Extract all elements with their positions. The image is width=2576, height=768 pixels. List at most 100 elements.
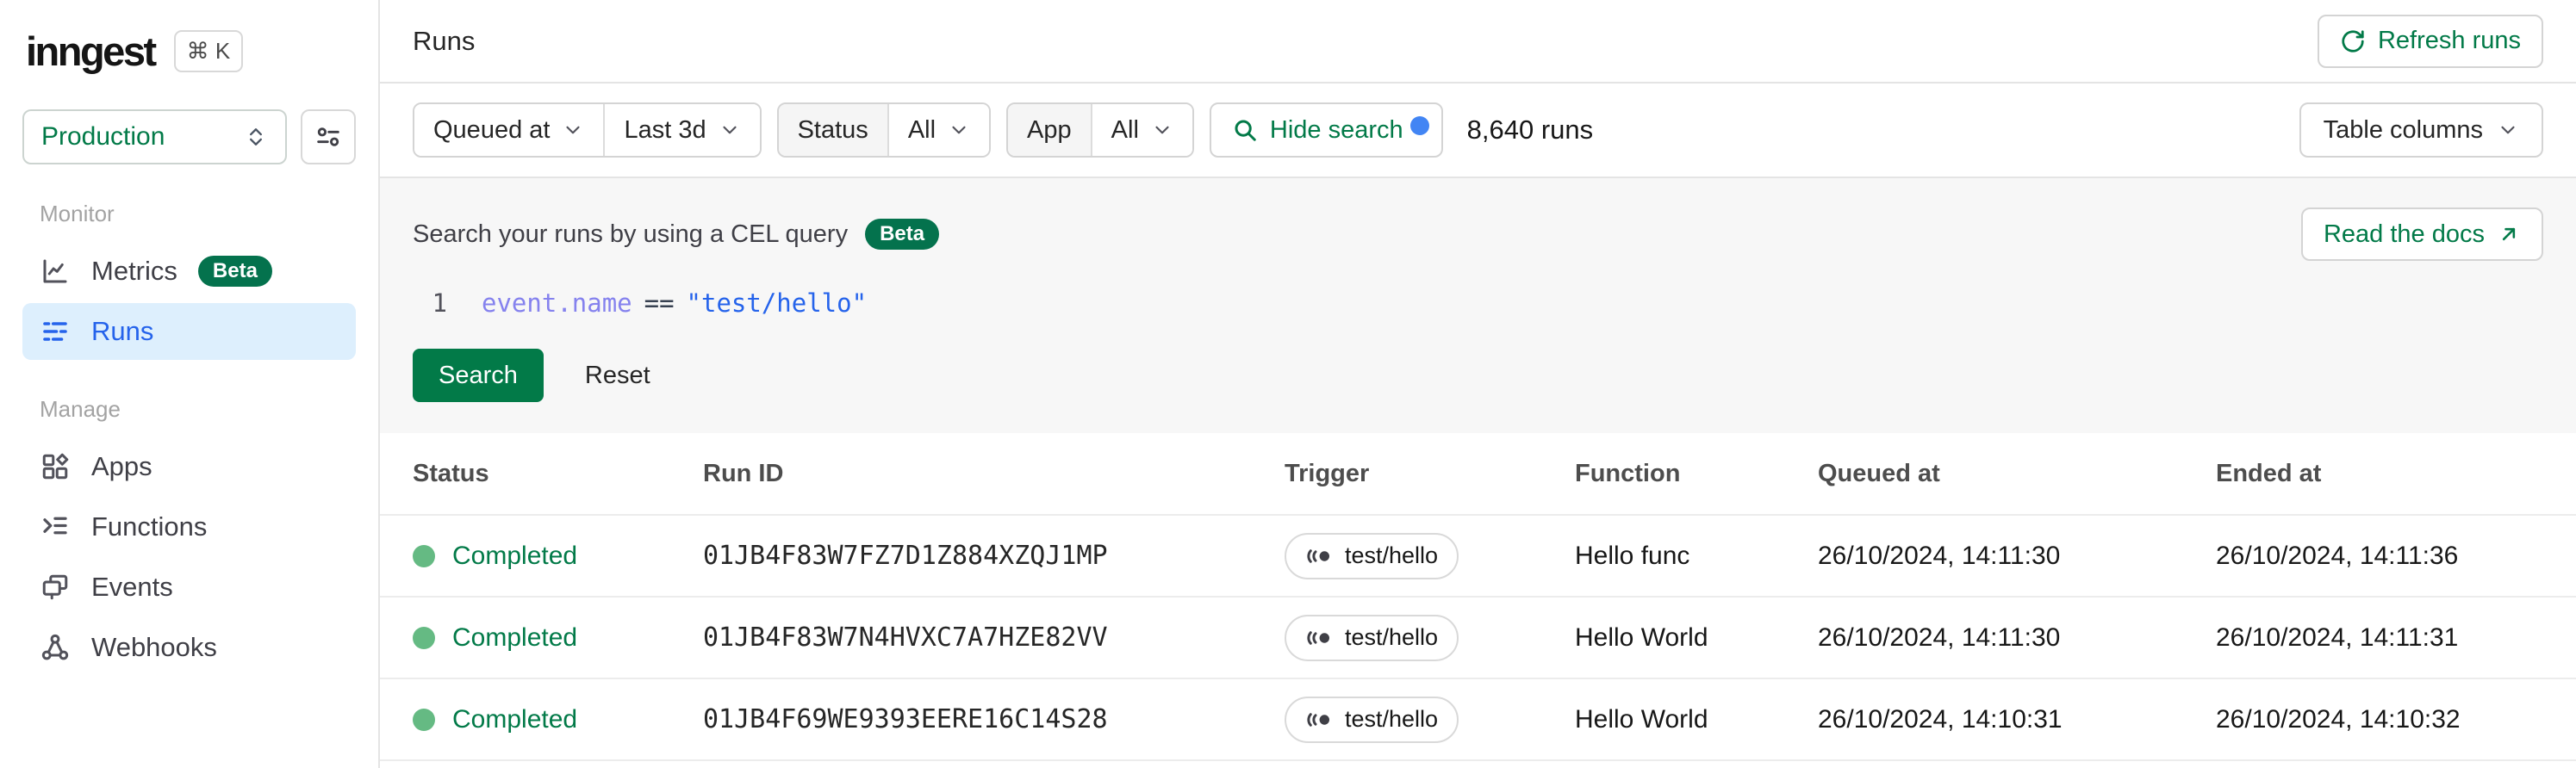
ended-at-cell: 26/10/2024, 14:10:32 [2216,704,2461,734]
hide-search-button[interactable]: Hide search [1209,102,1443,158]
sidebar-item-metrics[interactable]: Metrics Beta [22,243,356,300]
trigger-event-name: test/hello [1345,706,1439,732]
token-object: event [482,288,557,318]
function-cell: Hello func [1575,541,1690,570]
read-the-docs-label: Read the docs [2323,220,2485,248]
app-root: inngest ⌘ K Production Monitor Metrics B… [0,0,2576,768]
column-header-function: Function [1575,459,1681,487]
app-filter-dropdown[interactable]: All [1090,104,1192,156]
column-header-trigger: Trigger [1285,459,1370,487]
table-columns-button[interactable]: Table columns [2299,102,2543,158]
status-label: Completed [452,622,578,652]
table-row[interactable]: Completed 01JB4F83W7N4HVXC7A7HZE82VV tes… [380,598,2576,679]
event-trigger-icon [1307,630,1329,645]
reset-button[interactable]: Reset [585,362,650,390]
sidebar-item-label: Functions [91,511,208,542]
search-beta-badge: Beta [865,219,940,250]
main-content: Runs Refresh runs Queued at Last 3d Stat… [380,0,2576,768]
status-cell: Completed [413,542,703,571]
hide-search-label: Hide search [1269,115,1403,144]
function-cell: Hello World [1575,704,1708,734]
runs-table-header: Status Run ID Trigger Function Queued at… [380,433,2576,516]
line-number: 1 [432,288,447,318]
table-columns-label: Table columns [2323,115,2483,144]
status-filter: Status All [776,102,992,158]
metrics-beta-badge: Beta [197,256,272,287]
read-the-docs-button[interactable]: Read the docs [2300,207,2543,261]
ended-at-cell: 26/10/2024, 14:11:31 [2216,622,2459,652]
trigger-event-pill[interactable]: test/hello [1285,532,1459,579]
search-panel-header: Search your runs by using a CEL query Be… [413,207,2543,261]
trigger-cell: test/hello [1285,532,1575,579]
sidebar-section-monitor: Monitor [40,201,115,226]
inngest-logo: inngest [26,28,157,74]
event-trigger-icon [1307,712,1329,727]
trigger-event-name: test/hello [1345,542,1439,568]
search-button[interactable]: Search [413,349,544,402]
trigger-cell: test/hello [1285,614,1575,661]
trigger-event-pill[interactable]: test/hello [1285,614,1459,661]
cel-search-panel: Search your runs by using a CEL query Be… [380,178,2576,433]
external-link-icon [2502,227,2516,241]
search-panel-title: Search your runs by using a CEL query [413,220,849,248]
table-row[interactable]: Completed 01JB4F83W7FZ7D1Z884XZQJ1MP tes… [380,516,2576,598]
sidebar: inngest ⌘ K Production Monitor Metrics B… [0,0,380,768]
time-field-dropdown[interactable]: Queued at [414,104,604,156]
metrics-icon [43,259,67,283]
queued-at-cell: 26/10/2024, 14:11:30 [1818,541,2061,570]
sidebar-item-label: Apps [91,451,152,481]
run-id-cell: 01JB4F83W7N4HVXC7A7HZE82VV [703,622,1108,653]
status-completed-dot [413,544,435,567]
chevron-down-icon [566,126,581,134]
function-cell: Hello World [1575,622,1708,652]
notification-dot [1409,116,1429,135]
column-header-status: Status [413,459,489,487]
table-row[interactable]: Completed 01JB4F69WE9393EERE16C14S28 tes… [380,679,2576,761]
trigger-event-name: test/hello [1345,624,1439,650]
sidebar-section-manage: Manage [40,396,121,422]
column-header-ended-at: Ended at [2216,459,2322,487]
time-range-dropdown[interactable]: Last 3d [603,104,760,156]
chevron-down-icon [1155,126,1169,134]
sidebar-item-label: Runs [91,316,154,346]
runs-count: 8,640 runs [1466,115,1594,145]
refresh-label: Refresh runs [2377,27,2521,54]
time-field-value: Queued at [433,115,551,144]
sidebar-item-webhooks[interactable]: Webhooks [22,619,356,676]
status-filter-label: Status [778,104,887,156]
token-string: "test/hello" [686,288,868,318]
status-filter-dropdown[interactable]: All [887,104,990,156]
run-id-cell: 01JB4F83W7FZ7D1Z884XZQJ1MP [703,541,1108,571]
event-trigger-icon [1307,548,1329,563]
refresh-icon [2342,29,2364,53]
status-cell: Completed [413,623,703,653]
cel-query-editor[interactable]: 1 event.name == "test/hello" [413,288,2543,318]
status-completed-dot [413,626,435,649]
chevron-down-icon [723,126,737,134]
status-filter-value: All [907,115,936,144]
token-dot: . [557,288,572,318]
search-icon [1235,120,1256,141]
refresh-runs-button[interactable]: Refresh runs [2317,14,2543,68]
queued-at-cell: 26/10/2024, 14:10:31 [1818,704,2063,734]
sidebar-item-label: Events [91,572,173,602]
environment-settings-button[interactable] [301,109,356,164]
search-panel-title-group: Search your runs by using a CEL query Be… [413,219,940,250]
chevron-down-icon [952,126,966,134]
search-panel-actions: Search Reset [413,349,2543,402]
sidebar-item-apps[interactable]: Apps [22,438,356,495]
chevron-down-icon [2501,126,2515,134]
sliders-icon [317,127,339,146]
app-filter: App All [1006,102,1194,158]
trigger-event-pill[interactable]: test/hello [1285,696,1459,743]
sidebar-item-runs[interactable]: Runs [22,303,356,360]
status-label: Completed [452,704,578,734]
updown-chevron-icon [250,128,262,146]
command-k-shortcut[interactable]: ⌘ K [173,30,244,72]
sidebar-item-events[interactable]: Events [22,559,356,616]
sidebar-item-functions[interactable]: Functions [22,499,356,555]
app-filter-label: App [1008,104,1091,156]
environment-selector[interactable]: Production [22,109,287,164]
apps-icon [42,453,69,480]
filter-bar: Queued at Last 3d Status All App All Hid… [380,84,2576,178]
